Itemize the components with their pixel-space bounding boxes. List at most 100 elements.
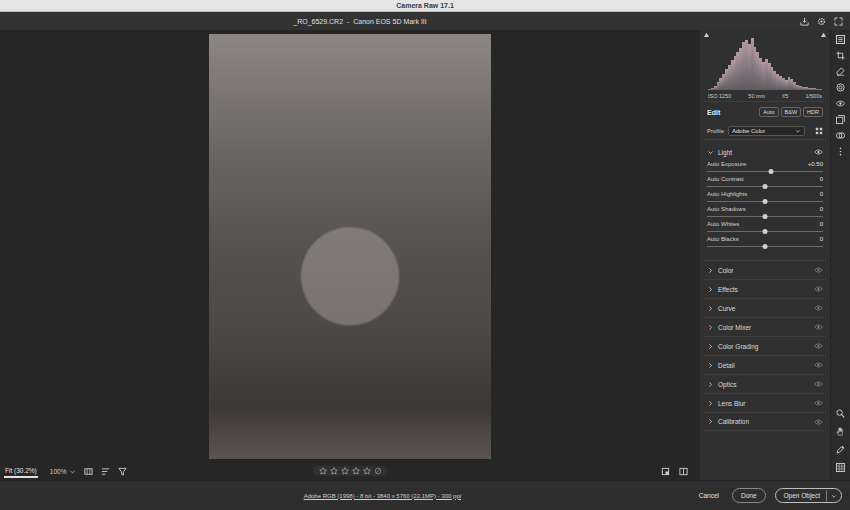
- panel-section[interactable]: Optics: [704, 374, 826, 393]
- workspace: Fit (30.2%)100%ISO 125050 mmf/51/500sEdi…: [0, 30, 850, 480]
- histogram: [704, 32, 826, 90]
- filter-icon[interactable]: [118, 467, 127, 476]
- reject-icon[interactable]: [374, 467, 382, 475]
- slider-value[interactable]: 0: [820, 176, 823, 182]
- canvas-column: Fit (30.2%) 100%: [0, 30, 700, 480]
- sort-icon[interactable]: [101, 467, 110, 476]
- light-section-header[interactable]: Light: [704, 144, 826, 160]
- slider-track[interactable]: [707, 198, 823, 205]
- section-chevron-icon[interactable]: [707, 400, 714, 407]
- panel-section[interactable]: Calibration: [704, 412, 826, 431]
- red-eye-icon[interactable]: [836, 99, 845, 108]
- visibility-eye-icon[interactable]: [814, 149, 823, 155]
- slider-knob[interactable]: [763, 244, 768, 249]
- slider-knob[interactable]: [763, 214, 768, 219]
- panel-section[interactable]: Lens Blur: [704, 393, 826, 412]
- slider-value[interactable]: 0: [820, 236, 823, 242]
- rating-star-icon[interactable]: [330, 467, 338, 475]
- presets-icon[interactable]: [836, 131, 845, 140]
- panel-section[interactable]: Curve: [704, 298, 826, 317]
- slider-knob[interactable]: [763, 199, 768, 204]
- save-icon[interactable]: [800, 17, 809, 26]
- visibility-eye-icon[interactable]: [814, 362, 823, 368]
- section-chevron-icon[interactable]: [707, 343, 714, 350]
- rating-star-icon[interactable]: [319, 467, 327, 475]
- section-title: Detail: [718, 362, 735, 369]
- shadow-clipping-icon[interactable]: [704, 32, 709, 37]
- slider-knob[interactable]: [763, 229, 768, 234]
- tool-strip-bottom: [836, 409, 845, 472]
- settings-gear-icon[interactable]: [817, 17, 826, 26]
- section-chevron-icon[interactable]: [707, 324, 714, 331]
- section-chevron-icon[interactable]: [707, 286, 714, 293]
- visibility-eye-icon[interactable]: [814, 286, 823, 292]
- hand-icon[interactable]: [836, 427, 845, 436]
- visibility-eye-icon[interactable]: [814, 400, 823, 406]
- slider-track[interactable]: [707, 183, 823, 190]
- filmstrip-icon[interactable]: [84, 467, 93, 476]
- highlight-clipping-icon[interactable]: [821, 32, 826, 37]
- visibility-eye-icon[interactable]: [814, 324, 823, 330]
- panel-section[interactable]: Color Mixer: [704, 317, 826, 336]
- slider-track[interactable]: [707, 228, 823, 235]
- slider-track[interactable]: [707, 243, 823, 250]
- open-object-button[interactable]: Open Object: [775, 488, 843, 503]
- slider-value[interactable]: 0: [820, 191, 823, 197]
- section-chevron-icon[interactable]: [707, 149, 714, 156]
- panel-section[interactable]: Color Grading: [704, 336, 826, 355]
- visibility-eye-icon[interactable]: [814, 419, 823, 425]
- visibility-eye-icon[interactable]: [814, 381, 823, 387]
- window-title: Camera Raw 17.1: [396, 2, 454, 9]
- slider-label: Auto Contrast: [707, 176, 744, 182]
- workflow-options-link[interactable]: Adobe RGB (1998) - 8 bit - 3840 x 5760 (…: [304, 493, 461, 499]
- edit-mode-button[interactable]: HDR: [803, 107, 823, 117]
- slider-knob[interactable]: [763, 184, 768, 189]
- slider-track[interactable]: [707, 168, 823, 175]
- section-chevron-icon[interactable]: [707, 381, 714, 388]
- section-title: Color Grading: [718, 343, 758, 350]
- action-button[interactable]: Done: [732, 488, 766, 503]
- section-chevron-icon[interactable]: [707, 305, 714, 312]
- section-chevron-icon[interactable]: [707, 418, 714, 425]
- zoom-fit-option[interactable]: Fit (30.2%): [4, 465, 38, 478]
- rating-star-icon[interactable]: [341, 467, 349, 475]
- slider-value[interactable]: 0: [820, 221, 823, 227]
- edit-mode-button[interactable]: Auto: [759, 107, 778, 117]
- snapshots-icon[interactable]: [836, 115, 845, 124]
- rating-star-icon[interactable]: [363, 467, 371, 475]
- more-options-icon[interactable]: [836, 147, 845, 156]
- single-view-icon[interactable]: [661, 467, 670, 476]
- panel-section[interactable]: Color: [704, 260, 826, 279]
- healing-eraser-icon[interactable]: [836, 67, 845, 76]
- action-button[interactable]: Cancel: [695, 489, 723, 502]
- section-title: Calibration: [718, 418, 749, 425]
- button-dropdown[interactable]: [826, 490, 841, 502]
- visibility-eye-icon[interactable]: [814, 267, 823, 273]
- section-chevron-icon[interactable]: [707, 267, 714, 274]
- zoom-dropdown-chevron-icon[interactable]: [69, 468, 76, 475]
- before-after-icon[interactable]: [679, 467, 688, 476]
- slider-track[interactable]: [707, 213, 823, 220]
- masking-icon[interactable]: [836, 83, 845, 92]
- edit-mode-button[interactable]: B&W: [781, 107, 802, 117]
- rating-star-icon[interactable]: [352, 467, 360, 475]
- visibility-eye-icon[interactable]: [814, 343, 823, 349]
- section-title: Optics: [718, 381, 736, 388]
- panel-section[interactable]: Effects: [704, 279, 826, 298]
- rating-stars: [313, 466, 388, 476]
- edit-sliders-icon[interactable]: [836, 35, 845, 44]
- fullscreen-icon[interactable]: [834, 17, 843, 26]
- slider-value[interactable]: 0: [820, 206, 823, 212]
- color-sampler-icon[interactable]: [836, 445, 845, 454]
- slider-knob[interactable]: [768, 169, 773, 174]
- profile-browser-grid-icon[interactable]: [815, 127, 823, 135]
- crop-icon[interactable]: [836, 51, 845, 60]
- panel-section[interactable]: Detail: [704, 355, 826, 374]
- slider-value[interactable]: +0.50: [808, 161, 823, 167]
- profile-select[interactable]: Adobe Color: [728, 126, 805, 136]
- zoom-icon[interactable]: [836, 409, 845, 418]
- visibility-eye-icon[interactable]: [814, 305, 823, 311]
- zoom-100-option[interactable]: 100%: [50, 468, 67, 475]
- grid-overlay-icon[interactable]: [836, 463, 845, 472]
- section-chevron-icon[interactable]: [707, 362, 714, 369]
